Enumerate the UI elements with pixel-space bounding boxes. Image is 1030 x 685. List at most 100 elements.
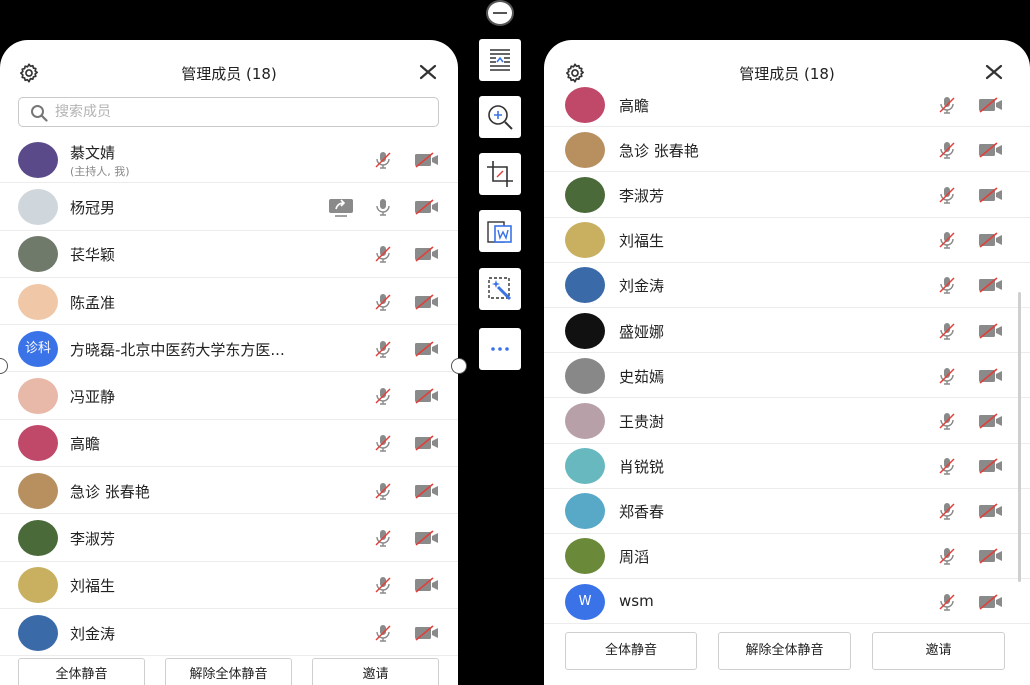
member-list-right: 高瞻 急诊 张春艳李淑芳刘福生 刘金涛盛娅娜史茹嫣 王贵澍肖锐锐郑香春周滔 Wwsm: [544, 82, 1030, 625]
mic-muted-icon[interactable]: [373, 292, 393, 316]
mic-muted-icon[interactable]: [373, 386, 393, 410]
camera-off-icon[interactable]: [978, 367, 1004, 389]
mic-muted-icon[interactable]: [373, 623, 393, 647]
mic-muted-icon[interactable]: [373, 575, 393, 599]
member-row[interactable]: 李淑芳: [0, 514, 458, 562]
member-row[interactable]: 刘金涛: [544, 263, 1030, 308]
minus-circle-icon[interactable]: [486, 0, 514, 26]
mute-all-button[interactable]: 全体静音: [18, 658, 145, 685]
screen-share-icon[interactable]: [328, 197, 354, 221]
panel-header: 管理成员 (18): [0, 62, 458, 86]
camera-off-icon[interactable]: [414, 151, 440, 173]
member-row[interactable]: 高瞻: [544, 82, 1030, 128]
mic-muted-icon[interactable]: [937, 592, 957, 616]
mic-muted-icon[interactable]: [937, 456, 957, 480]
member-row[interactable]: 刘福生: [0, 562, 458, 609]
mic-muted-icon[interactable]: [937, 366, 957, 390]
member-row[interactable]: 周滔: [544, 534, 1030, 580]
member-row[interactable]: 王贵澍: [544, 398, 1030, 444]
member-name: 肖锐锐: [619, 458, 665, 477]
mic-muted-icon[interactable]: [373, 433, 393, 457]
camera-off-icon[interactable]: [978, 547, 1004, 569]
avatar: [565, 222, 605, 259]
member-row[interactable]: 急诊 张春艳: [544, 127, 1030, 173]
camera-off-icon[interactable]: [414, 245, 440, 267]
camera-off-icon[interactable]: [414, 624, 440, 646]
mic-muted-icon[interactable]: [373, 244, 393, 268]
invite-button[interactable]: 邀请: [872, 632, 1005, 670]
camera-off-icon[interactable]: [978, 276, 1004, 298]
unmute-all-button[interactable]: 解除全体静音: [718, 632, 851, 670]
avatar: [18, 567, 58, 604]
camera-off-icon[interactable]: [414, 293, 440, 315]
member-name: 郑香春: [619, 503, 665, 522]
camera-off-icon[interactable]: [414, 340, 440, 362]
resize-handle-right[interactable]: [451, 358, 467, 374]
member-row[interactable]: Wwsm: [544, 579, 1030, 625]
crop-icon[interactable]: [479, 153, 521, 195]
mic-muted-icon[interactable]: [373, 339, 393, 363]
member-name: 周滔: [619, 548, 650, 567]
member-name: 盛娅娜: [619, 322, 665, 341]
camera-off-icon[interactable]: [414, 387, 440, 409]
mic-muted-icon[interactable]: [937, 185, 957, 209]
mic-muted-icon[interactable]: [937, 140, 957, 164]
mic-muted-icon[interactable]: [373, 481, 393, 505]
unmute-all-button[interactable]: 解除全体静音: [165, 658, 292, 685]
member-row[interactable]: 盛娅娜: [544, 308, 1030, 354]
mic-muted-icon[interactable]: [937, 230, 957, 254]
mic-muted-icon[interactable]: [937, 95, 957, 119]
member-row[interactable]: 刘福生: [544, 218, 1030, 263]
camera-off-icon[interactable]: [978, 593, 1004, 615]
invite-button[interactable]: 邀请: [312, 658, 439, 685]
camera-off-icon[interactable]: [978, 457, 1004, 479]
zoom-in-icon[interactable]: [479, 96, 521, 138]
member-row[interactable]: 冯亚静: [0, 372, 458, 420]
camera-off-icon[interactable]: [978, 322, 1004, 344]
magic-select-icon[interactable]: [479, 268, 521, 310]
mic-muted-icon[interactable]: [373, 528, 393, 552]
camera-off-icon[interactable]: [414, 529, 440, 551]
member-name: 李淑芳: [619, 186, 665, 205]
camera-off-icon[interactable]: [978, 186, 1004, 208]
document-page-icon[interactable]: [479, 39, 521, 81]
member-row[interactable]: 急诊 张春艳: [0, 467, 458, 515]
member-row[interactable]: 苌华颖: [0, 231, 458, 278]
mute-all-button[interactable]: 全体静音: [565, 632, 697, 670]
mic-muted-icon[interactable]: [373, 150, 393, 174]
mic-muted-icon[interactable]: [937, 546, 957, 570]
camera-off-icon[interactable]: [978, 412, 1004, 434]
search-input[interactable]: [55, 102, 425, 122]
mic-muted-icon[interactable]: [937, 501, 957, 525]
camera-off-icon[interactable]: [414, 576, 440, 598]
avatar: [18, 425, 58, 462]
member-row[interactable]: 陈孟准: [0, 278, 458, 326]
camera-off-icon[interactable]: [978, 141, 1004, 163]
scrollbar[interactable]: [1018, 292, 1021, 582]
more-icon[interactable]: [479, 328, 521, 370]
member-row[interactable]: 李淑芳: [544, 172, 1030, 218]
mic-muted-icon[interactable]: [937, 321, 957, 345]
mic-muted-icon[interactable]: [937, 411, 957, 435]
camera-off-icon[interactable]: [414, 198, 440, 220]
member-row[interactable]: 綦文婧 (主持人, 我): [0, 136, 458, 184]
camera-off-icon[interactable]: [414, 482, 440, 504]
member-row[interactable]: 肖锐锐: [544, 444, 1030, 489]
member-row[interactable]: 杨冠男: [0, 183, 458, 231]
member-row[interactable]: 史茹嫣: [544, 353, 1030, 399]
member-name: 苌华颖: [70, 246, 116, 265]
member-row[interactable]: 高瞻: [0, 420, 458, 468]
close-icon[interactable]: [418, 62, 438, 86]
word-export-icon[interactable]: [479, 210, 521, 252]
camera-off-icon[interactable]: [978, 96, 1004, 118]
mic-muted-icon[interactable]: [937, 275, 957, 299]
member-row[interactable]: 刘金涛: [0, 609, 458, 657]
camera-off-icon[interactable]: [978, 231, 1004, 253]
member-row[interactable]: 诊科 方晓磊-北京中医药大学东方医...: [0, 325, 458, 373]
camera-off-icon[interactable]: [414, 434, 440, 456]
mic-icon[interactable]: [373, 197, 393, 221]
camera-off-icon[interactable]: [978, 502, 1004, 524]
search-box[interactable]: [18, 97, 439, 127]
member-name: 杨冠男: [70, 198, 116, 217]
member-row[interactable]: 郑香春: [544, 489, 1030, 534]
